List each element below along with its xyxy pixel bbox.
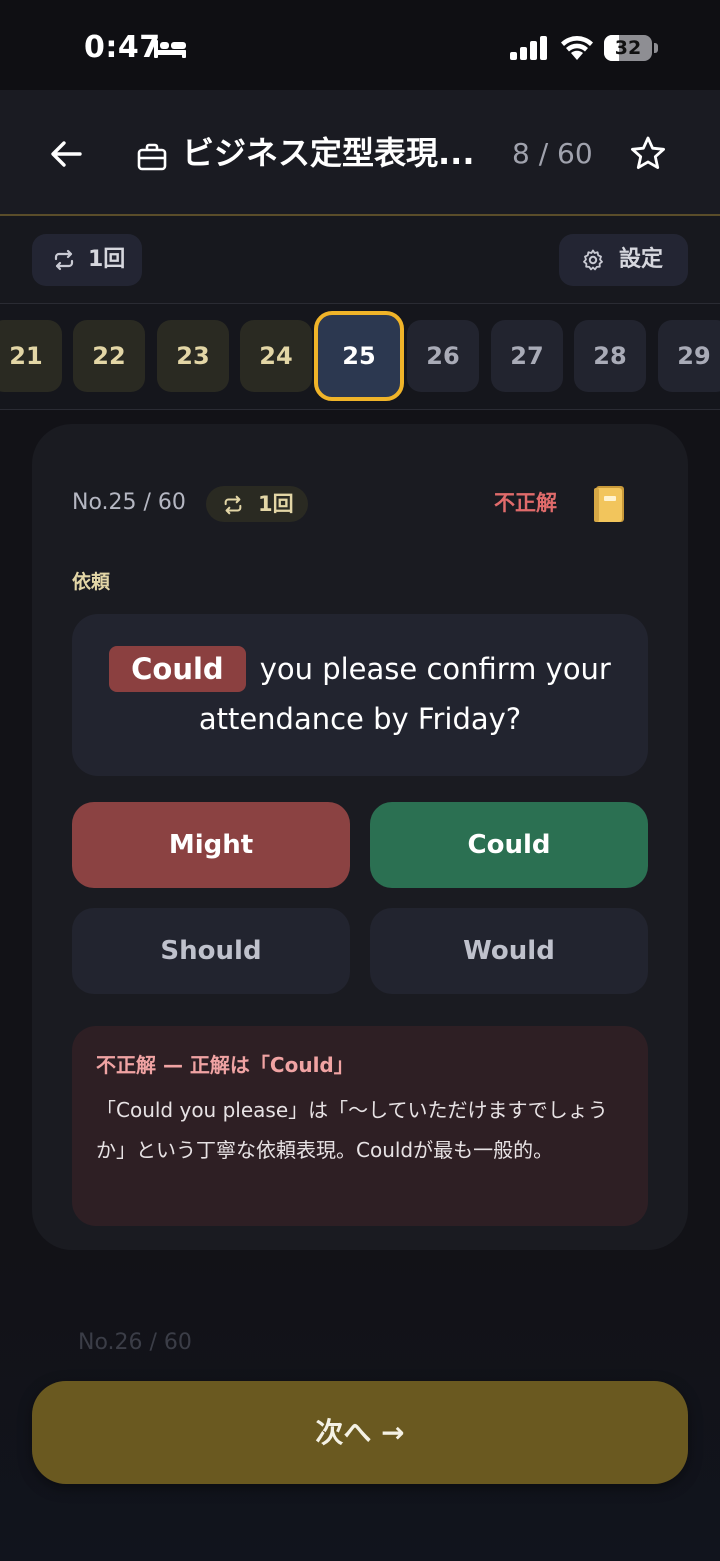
- question-number-25-current[interactable]: 25: [314, 311, 404, 401]
- question-number-23[interactable]: 23: [157, 320, 229, 392]
- choice-would[interactable]: Would: [370, 908, 648, 994]
- question-number-22[interactable]: 22: [73, 320, 145, 392]
- app-header: ビジネス定型表現... 8 / 60: [0, 90, 720, 216]
- bed-icon: [154, 40, 186, 58]
- star-icon[interactable]: [628, 134, 668, 174]
- question-number-27[interactable]: 27: [491, 320, 563, 392]
- status-time: 0:47: [84, 30, 161, 65]
- deck-title: ビジネス定型表現...: [182, 134, 475, 172]
- battery-indicator: 32: [604, 35, 658, 61]
- next-button-label: 次へ →: [315, 1416, 405, 1449]
- feedback-title: 不正解 — 正解は「Could」: [96, 1053, 354, 1077]
- choice-should[interactable]: Should: [72, 908, 350, 994]
- quiz-toolbar: 1回 設定: [0, 216, 720, 304]
- battery-percent: 32: [614, 37, 642, 59]
- question-number-26[interactable]: 26: [407, 320, 479, 392]
- repeat-icon: [54, 249, 74, 271]
- cellular-signal-icon: [510, 36, 547, 60]
- back-arrow-icon[interactable]: [44, 132, 88, 176]
- repeat-count-button[interactable]: 1回: [32, 234, 142, 286]
- question-card: No.25 / 60 1回 不正解 依頼 Could you please con…: [32, 424, 688, 1250]
- question-number-21[interactable]: 21: [0, 320, 62, 392]
- repeat-icon: [224, 495, 242, 515]
- feedback-panel: 不正解 — 正解は「Could」 「Could you please」は「〜して…: [72, 1026, 648, 1226]
- wifi-icon: [561, 36, 593, 60]
- question-repeat-label: 1回: [258, 492, 294, 516]
- question-number: No.25 / 60: [72, 490, 186, 515]
- battery-body: 32: [604, 35, 652, 61]
- next-button[interactable]: 次へ →: [32, 1381, 688, 1484]
- choice-might[interactable]: Might: [72, 802, 350, 888]
- question-number-28[interactable]: 28: [574, 320, 646, 392]
- question-sentence: Could you please confirm your attendance …: [72, 644, 648, 744]
- filled-blank: Could: [109, 646, 246, 692]
- question-number-24[interactable]: 24: [240, 320, 312, 392]
- battery-tip: [654, 43, 658, 53]
- question-repeat-chip: 1回: [206, 486, 308, 522]
- deck-progress: 8 / 60: [512, 137, 593, 170]
- settings-button[interactable]: 設定: [559, 234, 688, 286]
- question-number-strip: 21 22 23 24 25 26 27 28 29: [0, 304, 720, 410]
- choice-could[interactable]: Could: [370, 802, 648, 888]
- gear-icon: [583, 249, 603, 271]
- question-sentence-box: Could you please confirm your attendance …: [72, 614, 648, 776]
- status-bar: 0:47 32: [0, 0, 720, 90]
- briefcase-icon: [137, 143, 167, 171]
- sentence-text: you please confirm your attendance by Fr…: [198, 652, 611, 736]
- question-category: 依頼: [72, 571, 111, 593]
- question-number-29[interactable]: 29: [658, 320, 720, 392]
- feedback-explanation: 「Could you please」は「〜していただけますでしょうか」という丁寧…: [96, 1098, 608, 1162]
- repeat-count-label: 1回: [88, 247, 126, 272]
- quiz-screen: 0:47 32 ビジネス定型表現... 8 / 60 1回 設定 21 22 2…: [0, 0, 720, 1561]
- result-badge: 不正解: [494, 491, 557, 515]
- settings-label: 設定: [619, 247, 664, 272]
- next-question-preview: No.26 / 60: [78, 1330, 192, 1355]
- notebook-icon[interactable]: [592, 484, 626, 524]
